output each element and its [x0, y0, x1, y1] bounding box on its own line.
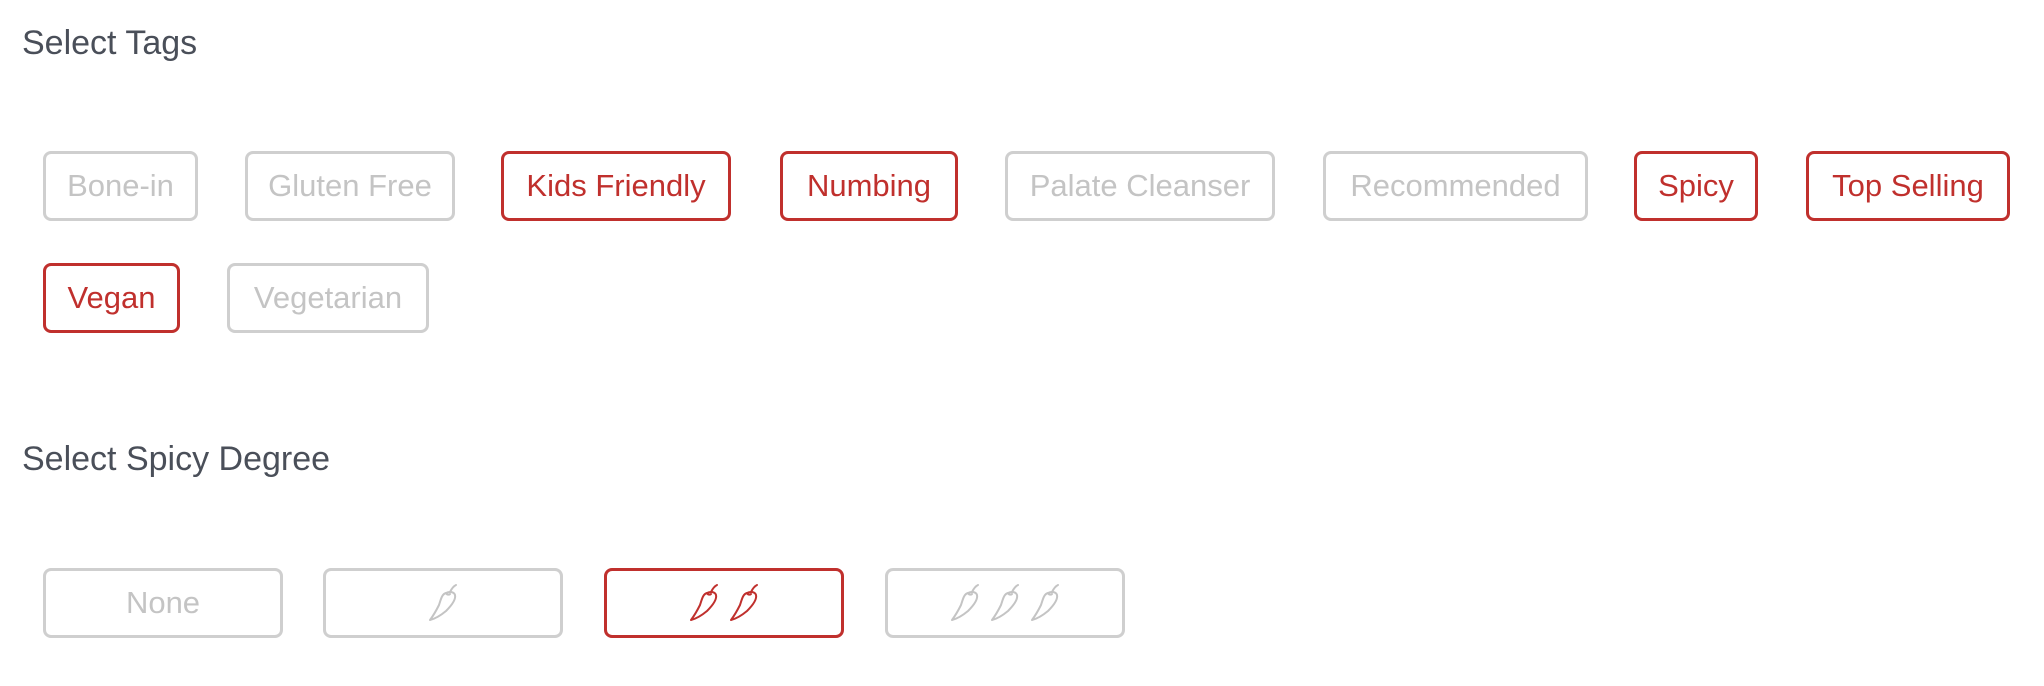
chili-pepper-icon: [987, 583, 1023, 623]
spicy-level-none-label: None: [125, 585, 201, 620]
tag-top-selling[interactable]: Top Selling: [1806, 151, 2010, 221]
select-tags-title: Select Tags: [22, 24, 198, 62]
spicy-level-3-button[interactable]: [885, 568, 1125, 638]
tag-recommended[interactable]: Recommended: [1323, 151, 1588, 221]
chili-pepper-icon: [425, 583, 461, 623]
tag-numbing[interactable]: Numbing: [780, 151, 958, 221]
chili-pepper-icon: [686, 583, 722, 623]
chili-pepper-icon: [947, 583, 983, 623]
chili-pepper-icon: [1027, 583, 1063, 623]
spicy-level-2-button[interactable]: [604, 568, 844, 638]
select-spicy-degree-title: Select Spicy Degree: [22, 440, 331, 478]
spicy-level-none-button[interactable]: None: [43, 568, 283, 638]
chili-pepper-icon: [726, 583, 762, 623]
tag-spicy[interactable]: Spicy: [1634, 151, 1758, 221]
tag-kids-friendly[interactable]: Kids Friendly: [501, 151, 731, 221]
tag-palate-cleanser[interactable]: Palate Cleanser: [1005, 151, 1275, 221]
tag-bone-in[interactable]: Bone-in: [43, 151, 198, 221]
tag-vegan[interactable]: Vegan: [43, 263, 180, 333]
spicy-level-1-button[interactable]: [323, 568, 563, 638]
tag-vegetarian[interactable]: Vegetarian: [227, 263, 429, 333]
tag-gluten-free[interactable]: Gluten Free: [245, 151, 455, 221]
